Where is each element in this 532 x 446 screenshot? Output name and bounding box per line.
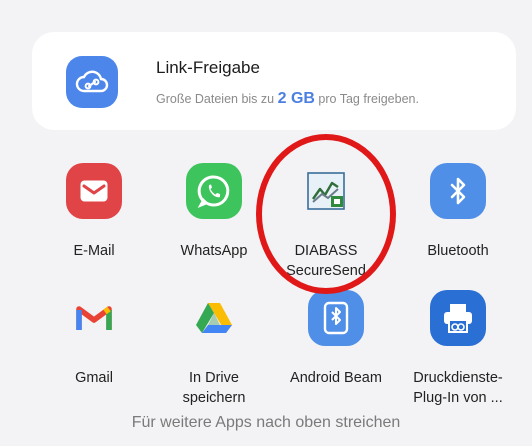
print-service-icon [430, 290, 486, 346]
android-beam-icon [308, 290, 364, 346]
app-label: Gmail [75, 370, 113, 386]
link-share-description: Große Dateien bis zu 2 GB pro Tag freige… [156, 90, 419, 107]
app-label: Druckdienste-Plug-In von ... [413, 370, 503, 406]
share-target-google-drive[interactable]: In Drive speichern [154, 290, 274, 408]
share-target-bluetooth[interactable]: Bluetooth [398, 163, 518, 261]
share-target-diabass-securesend[interactable]: DIABASS SecureSend [266, 163, 386, 281]
app-label: Bluetooth [427, 243, 489, 259]
whatsapp-icon [186, 163, 242, 219]
share-target-gmail[interactable]: Gmail [34, 290, 154, 388]
email-icon [66, 163, 122, 219]
bluetooth-icon [430, 163, 486, 219]
app-label: In Drive speichern [182, 370, 246, 406]
gmail-icon [66, 290, 122, 346]
share-target-android-beam[interactable]: Android Beam [276, 290, 396, 388]
link-share-card[interactable]: Link-Freigabe Große Dateien bis zu 2 GB … [32, 32, 516, 130]
drive-icon [186, 290, 242, 346]
cloud-link-icon [66, 56, 118, 108]
share-target-email[interactable]: E-Mail [34, 163, 154, 261]
share-target-whatsapp[interactable]: WhatsApp [154, 163, 274, 261]
app-label: DIABASS SecureSend [286, 243, 366, 279]
share-target-print-service[interactable]: Druckdienste-Plug-In von ... [398, 290, 518, 408]
app-label: WhatsApp [180, 243, 248, 259]
diabass-icon [298, 163, 354, 219]
app-label: Android Beam [290, 370, 382, 386]
swipe-hint: Für weitere Apps nach oben streichen [131, 414, 401, 431]
app-label: E-Mail [73, 243, 115, 259]
link-share-title: Link-Freigabe [156, 58, 260, 77]
